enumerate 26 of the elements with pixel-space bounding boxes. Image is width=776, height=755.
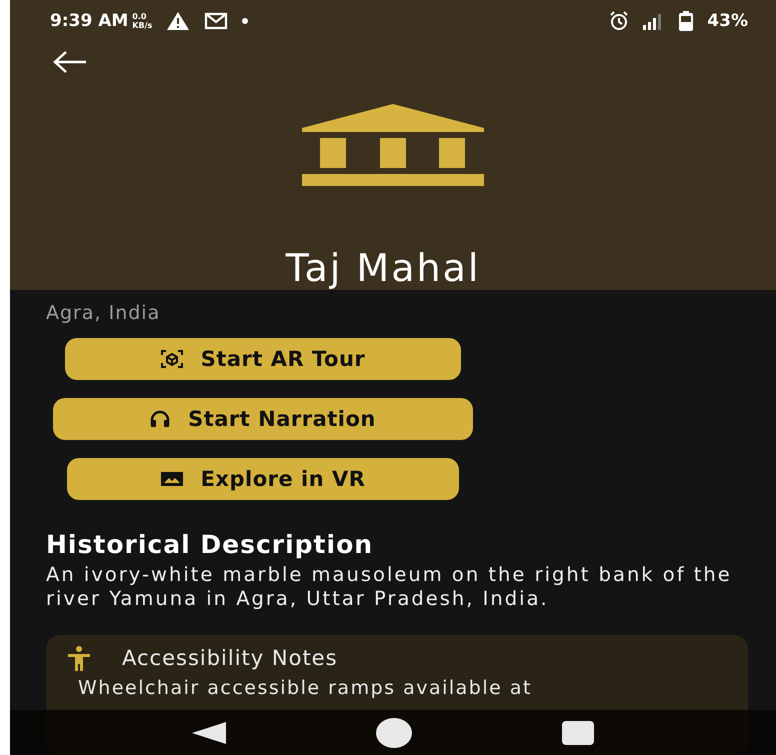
- battery-percent: 43%: [707, 11, 748, 31]
- museum-icon: [302, 104, 484, 188]
- mail-icon: [204, 12, 228, 30]
- narration-button[interactable]: Start Narration: [53, 398, 473, 440]
- warning-icon: [166, 11, 190, 31]
- network-speed: 0.0 KB/s: [132, 12, 152, 30]
- dot-icon: [242, 18, 248, 24]
- section-heading: Historical Description: [46, 530, 374, 559]
- card-text: Wheelchair accessible ramps available at: [78, 677, 533, 699]
- nav-back-button[interactable]: [192, 722, 226, 744]
- landmark-title: Taj Mahal: [284, 246, 482, 290]
- card-title: Accessibility Notes: [122, 646, 338, 670]
- battery-icon: [679, 11, 694, 31]
- headphones-icon: [150, 410, 170, 428]
- back-button[interactable]: [52, 50, 88, 74]
- nav-home-button[interactable]: [376, 718, 412, 748]
- accessibility-icon: [66, 645, 92, 671]
- ar-tour-button[interactable]: Start AR Tour: [65, 338, 461, 380]
- location-text: Agra, India: [46, 302, 162, 324]
- panorama-icon: [160, 472, 183, 486]
- nav-recents-button[interactable]: [562, 720, 594, 744]
- alarm-icon: [609, 11, 630, 31]
- status-time: 9:39 AM: [50, 11, 128, 31]
- description-text: An ivory-white marble mausoleum on the right bank of the river Yamuna in Agra, Uttar Pradesh, India.: [46, 563, 733, 611]
- ar-icon: [160, 350, 183, 368]
- vr-button[interactable]: Explore in VR: [67, 458, 459, 500]
